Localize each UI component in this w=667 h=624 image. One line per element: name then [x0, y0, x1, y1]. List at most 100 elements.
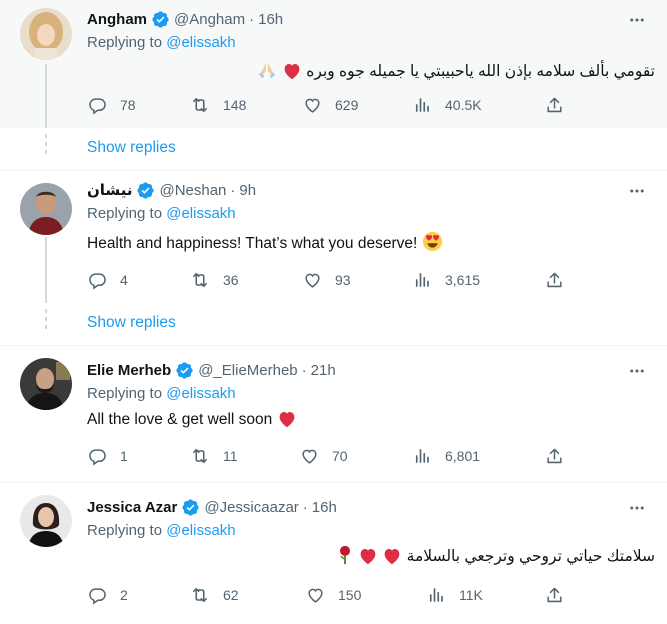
views-icon — [412, 270, 432, 290]
tweet-header: نيشان @Neshan · 9h — [87, 179, 256, 201]
separator-dot: · — [302, 498, 308, 516]
retweet-icon — [190, 585, 210, 605]
reply-icon — [87, 446, 107, 466]
reply-button[interactable]: 4 — [87, 269, 128, 291]
share-icon — [544, 95, 564, 115]
timestamp[interactable]: 9h — [239, 182, 256, 199]
handle[interactable]: @Angham — [174, 11, 245, 28]
avatar[interactable] — [20, 183, 72, 235]
share-icon — [544, 585, 564, 605]
tweet-text: All the love & get well soon — [87, 410, 297, 429]
rose-icon — [339, 545, 350, 565]
like-button[interactable]: 70 — [299, 445, 348, 467]
timestamp[interactable]: 21h — [311, 362, 336, 379]
avatar[interactable] — [20, 8, 72, 60]
share-icon — [544, 270, 564, 290]
show-replies-row: Show replies — [0, 303, 667, 345]
mention-link[interactable]: @elissakh — [166, 34, 235, 51]
tweet-text: سلامتك حياتي تروحي وترجعي بالسلامة — [315, 545, 655, 568]
thread-line — [45, 64, 47, 128]
views-icon — [412, 446, 432, 466]
replying-to: Replying to @elissakh — [87, 34, 236, 51]
views-button[interactable]: 11K — [426, 584, 483, 606]
retweet-button[interactable]: 62 — [190, 584, 239, 606]
share-button[interactable] — [544, 584, 564, 606]
more-icon[interactable] — [627, 498, 647, 518]
more-icon[interactable] — [627, 10, 647, 30]
replying-to: Replying to @elissakh — [87, 385, 236, 402]
verified-badge-icon — [182, 498, 199, 516]
tweet-neshan[interactable]: نيشان @Neshan · 9h Replying to @elissakh… — [0, 171, 667, 303]
show-replies-link[interactable]: Show replies — [87, 314, 176, 332]
tweet-actions: 78 148 629 40.5K — [87, 94, 577, 116]
reply-button[interactable]: 78 — [87, 94, 136, 116]
separator-dot: · — [249, 10, 255, 28]
handle[interactable]: @_ElieMerheb — [198, 362, 297, 379]
like-button[interactable]: 629 — [302, 94, 358, 116]
red-heart-icon — [279, 412, 294, 428]
share-button[interactable] — [544, 94, 564, 116]
share-button[interactable] — [544, 445, 564, 467]
views-icon — [426, 585, 446, 605]
tweet-text: Health and happiness! That’s what you de… — [87, 231, 443, 253]
thread-line — [45, 237, 47, 303]
show-replies-link[interactable]: Show replies — [87, 139, 176, 157]
show-replies-row: Show replies — [0, 128, 667, 170]
tweet-text: تقومي بألف سلامه بإذن الله ياحبيبتي يا ج… — [256, 60, 655, 81]
mention-link[interactable]: @elissakh — [166, 385, 235, 402]
reply-icon — [87, 585, 107, 605]
display-name[interactable]: Jessica Azar — [87, 499, 177, 516]
more-icon[interactable] — [627, 181, 647, 201]
retweet-button[interactable]: 11 — [190, 445, 238, 467]
retweet-icon — [190, 95, 210, 115]
views-button[interactable]: 40.5K — [412, 94, 482, 116]
verified-badge-icon — [176, 361, 193, 379]
retweet-icon — [190, 446, 210, 466]
tweet-actions: 4 36 93 3,615 — [87, 269, 577, 291]
avatar[interactable] — [20, 358, 72, 410]
heart-eyes-icon — [422, 231, 442, 252]
retweet-icon — [190, 270, 210, 290]
handle[interactable]: @Neshan — [159, 182, 226, 199]
display-name[interactable]: نيشان — [87, 181, 132, 199]
red-heart-icon — [384, 549, 400, 565]
like-button[interactable]: 150 — [305, 584, 361, 606]
more-icon[interactable] — [627, 361, 647, 381]
like-icon — [305, 585, 325, 605]
tweet-actions: 2 62 150 11K — [87, 584, 577, 606]
like-button[interactable]: 93 — [302, 269, 351, 291]
reply-icon — [87, 95, 107, 115]
separator-dot: · — [301, 361, 307, 379]
share-button[interactable] — [544, 269, 564, 291]
display-name[interactable]: Angham — [87, 11, 147, 28]
like-icon — [302, 95, 322, 115]
folded-hands-icon — [258, 62, 275, 79]
avatar[interactable] — [20, 495, 72, 547]
reply-button[interactable]: 1 — [87, 445, 128, 467]
tweet-header: Jessica Azar @Jessicaazar · 16h — [87, 496, 337, 518]
timestamp[interactable]: 16h — [258, 11, 283, 28]
display-name[interactable]: Elie Merheb — [87, 362, 171, 379]
tweet-header: Angham @Angham · 16h — [87, 8, 283, 30]
mention-link[interactable]: @elissakh — [166, 205, 235, 222]
tweet-angham[interactable]: Angham @Angham · 16h Replying to @elissa… — [0, 0, 667, 128]
tweet-jessica-azar[interactable]: Jessica Azar @Jessicaazar · 16h Replying… — [0, 483, 667, 624]
views-button[interactable]: 3,615 — [412, 269, 480, 291]
reply-button[interactable]: 2 — [87, 584, 128, 606]
tweet-actions: 1 11 70 6,801 — [87, 445, 577, 467]
red-heart-icon — [360, 549, 376, 565]
thread-dots — [45, 134, 47, 164]
views-button[interactable]: 6,801 — [412, 445, 480, 467]
verified-badge-icon — [137, 181, 155, 199]
red-heart-icon — [284, 64, 300, 80]
retweet-button[interactable]: 148 — [190, 94, 246, 116]
retweet-button[interactable]: 36 — [190, 269, 239, 291]
handle[interactable]: @Jessicaazar — [204, 499, 298, 516]
replying-to: Replying to @elissakh — [87, 522, 236, 539]
tweet-header: Elie Merheb @_ElieMerheb · 21h — [87, 359, 336, 381]
mention-link[interactable]: @elissakh — [166, 522, 235, 539]
separator-dot: · — [230, 181, 236, 199]
views-icon — [412, 95, 432, 115]
tweet-elie-merheb[interactable]: Elie Merheb @_ElieMerheb · 21h Replying … — [0, 346, 667, 482]
timestamp[interactable]: 16h — [312, 499, 337, 516]
